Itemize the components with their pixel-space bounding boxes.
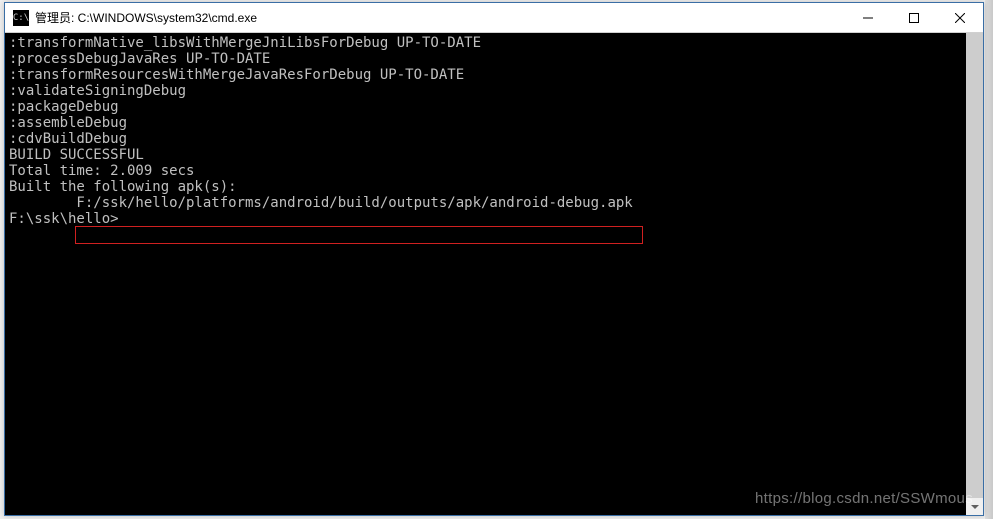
maximize-button[interactable] xyxy=(891,3,937,33)
output-line: :packageDebug xyxy=(9,99,979,115)
watermark: https://blog.csdn.net/SSWmous xyxy=(755,491,973,507)
output-line: :validateSigningDebug xyxy=(9,83,979,99)
cmd-window: C:\ 管理员: C:\WINDOWS\system32\cmd.exe :tr… xyxy=(4,2,984,516)
scrollbar-thumb[interactable] xyxy=(966,33,983,505)
total-time: Total time: 2.009 secs xyxy=(9,163,979,179)
close-button[interactable] xyxy=(937,3,983,33)
minimize-button[interactable] xyxy=(845,3,891,33)
output-line: :processDebugJavaRes UP-TO-DATE xyxy=(9,51,979,67)
window-title: 管理员: C:\WINDOWS\system32\cmd.exe xyxy=(35,9,845,26)
window-controls xyxy=(845,3,983,32)
terminal-area[interactable]: :transformNative_libsWithMergeJniLibsFor… xyxy=(5,33,983,515)
output-line: :cdvBuildDebug xyxy=(9,131,979,147)
highlight-annotation xyxy=(75,226,643,244)
output-line: :assembleDebug xyxy=(9,115,979,131)
apk-path: F:/ssk/hello/platforms/android/build/out… xyxy=(9,195,979,211)
output-line: :transformNative_libsWithMergeJniLibsFor… xyxy=(9,35,979,51)
titlebar[interactable]: C:\ 管理员: C:\WINDOWS\system32\cmd.exe xyxy=(5,3,983,33)
scrollbar[interactable] xyxy=(966,33,983,515)
cmd-icon: C:\ xyxy=(13,10,29,26)
page-right-edge xyxy=(985,0,993,519)
built-apk-label: Built the following apk(s): xyxy=(9,179,979,195)
prompt: F:\ssk\hello> xyxy=(9,211,979,227)
build-successful: BUILD SUCCESSFUL xyxy=(9,147,979,163)
output-line: :transformResourcesWithMergeJavaResForDe… xyxy=(9,67,979,83)
